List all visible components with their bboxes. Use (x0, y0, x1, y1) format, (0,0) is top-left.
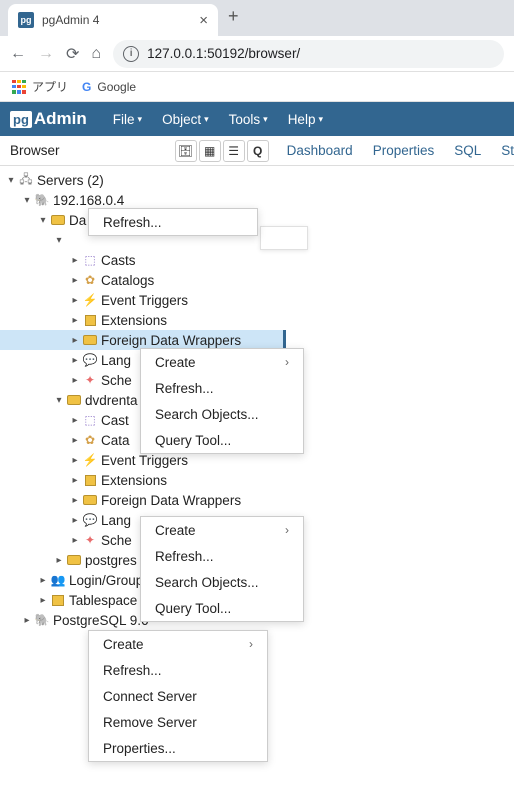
toolbar-filter-icon[interactable]: ☰ (223, 140, 245, 162)
catalog-icon: ✿ (82, 432, 98, 448)
schema-icon: ✦ (82, 372, 98, 388)
language-icon: 💬 (82, 512, 98, 528)
database-icon (51, 215, 65, 225)
new-tab-button[interactable]: + (228, 6, 239, 31)
chevron-right-icon: › (249, 637, 253, 651)
ctx-connect[interactable]: Connect Server (89, 683, 267, 709)
login-icon: 👥 (50, 572, 66, 588)
ctx-menu-fdw: Create› Refresh... Search Objects... Que… (140, 348, 304, 454)
browser-tab-strip: pg pgAdmin 4 × + (0, 0, 514, 36)
tablespace-icon (52, 595, 64, 606)
ctx-search[interactable]: Search Objects... (141, 401, 303, 427)
tree-ip[interactable]: ▾🐘192.168.0.4 (0, 190, 514, 210)
info-icon[interactable]: i (123, 46, 139, 62)
ctx-create[interactable]: Create› (141, 349, 303, 375)
cast-icon: ⬚ (82, 252, 98, 268)
tab-properties[interactable]: Properties (373, 143, 435, 158)
ctx-search2[interactable]: Search Objects... (141, 569, 303, 595)
schema-icon: ✦ (82, 532, 98, 548)
fdw-icon (83, 335, 97, 345)
url-input[interactable]: i 127.0.0.1:50192/browser/ (113, 40, 504, 68)
tree-fdw-selected[interactable]: ▸Foreign Data Wrappers (0, 330, 286, 350)
ctx-query[interactable]: Query Tool... (141, 427, 303, 453)
fdw-icon (83, 495, 97, 505)
ctx-refresh2[interactable]: Refresh... (141, 375, 303, 401)
apps-bookmark[interactable]: アプリ (12, 78, 68, 95)
toolbar-db-icon[interactable]: 🗄 (175, 140, 197, 162)
extension-icon (85, 475, 96, 486)
language-icon: 💬 (82, 352, 98, 368)
browser-panel-title: Browser (0, 143, 175, 158)
address-bar: ← → ⟳ ⌂ i 127.0.0.1:50192/browser/ (0, 36, 514, 72)
home-icon[interactable]: ⌂ (91, 45, 101, 63)
tab-dashboard[interactable]: Dashboard (287, 143, 353, 158)
catalog-icon: ✿ (82, 272, 98, 288)
tab-title: pgAdmin 4 (42, 13, 99, 27)
ctx-remove[interactable]: Remove Server (89, 709, 267, 735)
menu-object[interactable]: Object▾ (154, 108, 217, 131)
server-group-icon: 🖧 (18, 172, 34, 188)
event-trigger-icon: ⚡ (82, 452, 98, 468)
database-icon (67, 395, 81, 405)
browser-toolbar: 🗄 ▦ ☰ Q (175, 140, 269, 162)
ctx-create3[interactable]: Create› (89, 631, 267, 657)
tree-servers[interactable]: ▾🖧Servers (2) (0, 170, 514, 190)
ctx-menu-server: Create› Refresh... Connect Server Remove… (88, 630, 268, 762)
elephant-icon: 🐘 (34, 192, 50, 208)
tree-extensions2[interactable]: ▸Extensions (0, 470, 514, 490)
google-icon: G (82, 80, 91, 94)
cast-icon: ⬚ (82, 412, 98, 428)
browser-tab[interactable]: pg pgAdmin 4 × (8, 4, 218, 36)
ctx-props[interactable]: Properties... (89, 735, 267, 761)
pgadmin-favicon: pg (18, 12, 34, 28)
ctx-refresh3[interactable]: Refresh... (141, 543, 303, 569)
ctx-query2[interactable]: Query Tool... (141, 595, 303, 621)
chevron-right-icon: › (285, 355, 289, 369)
tree-event-triggers[interactable]: ▸⚡Event Triggers (0, 290, 514, 310)
float-box (260, 226, 308, 250)
google-bookmark[interactable]: G Google (82, 80, 136, 94)
tab-sql[interactable]: SQL (454, 143, 481, 158)
url-text: 127.0.0.1:50192/browser/ (147, 46, 300, 61)
tree-casts[interactable]: ▸⬚Casts (0, 250, 514, 270)
panel-header: Browser 🗄 ▦ ☰ Q Dashboard Properties SQL… (0, 136, 514, 166)
tree-extensions[interactable]: ▸Extensions (0, 310, 514, 330)
reload-icon[interactable]: ⟳ (66, 44, 79, 64)
chevron-right-icon: › (285, 523, 289, 537)
database-icon (67, 555, 81, 565)
ctx-refresh4[interactable]: Refresh... (89, 657, 267, 683)
ctx-create2[interactable]: Create› (141, 517, 303, 543)
apps-icon (12, 80, 26, 94)
pgadmin-navbar: pgAdmin File▾ Object▾ Tools▾ Help▾ (0, 102, 514, 136)
toolbar-grid-icon[interactable]: ▦ (199, 140, 221, 162)
ctx-menu-db: Create› Refresh... Search Objects... Que… (140, 516, 304, 622)
ctx-refresh[interactable]: Refresh... (89, 209, 257, 235)
menu-tools[interactable]: Tools▾ (221, 108, 276, 131)
tree-catalogs[interactable]: ▸✿Catalogs (0, 270, 514, 290)
forward-icon: → (38, 45, 54, 63)
bookmark-bar: アプリ G Google (0, 72, 514, 102)
server-disconnected-icon: 🐘 (34, 612, 50, 628)
extension-icon (85, 315, 96, 326)
right-tabs: Dashboard Properties SQL St (275, 143, 514, 158)
menu-file[interactable]: File▾ (105, 108, 150, 131)
ctx-menu-refresh: Refresh... (88, 208, 258, 236)
pgadmin-logo[interactable]: pgAdmin (10, 109, 87, 129)
tree-fdw2[interactable]: ▸Foreign Data Wrappers (0, 490, 514, 510)
close-icon[interactable]: × (199, 12, 208, 29)
tab-st[interactable]: St (501, 143, 514, 158)
back-icon[interactable]: ← (10, 45, 26, 63)
event-trigger-icon: ⚡ (82, 292, 98, 308)
toolbar-search-icon[interactable]: Q (247, 140, 269, 162)
menu-help[interactable]: Help▾ (280, 108, 331, 131)
